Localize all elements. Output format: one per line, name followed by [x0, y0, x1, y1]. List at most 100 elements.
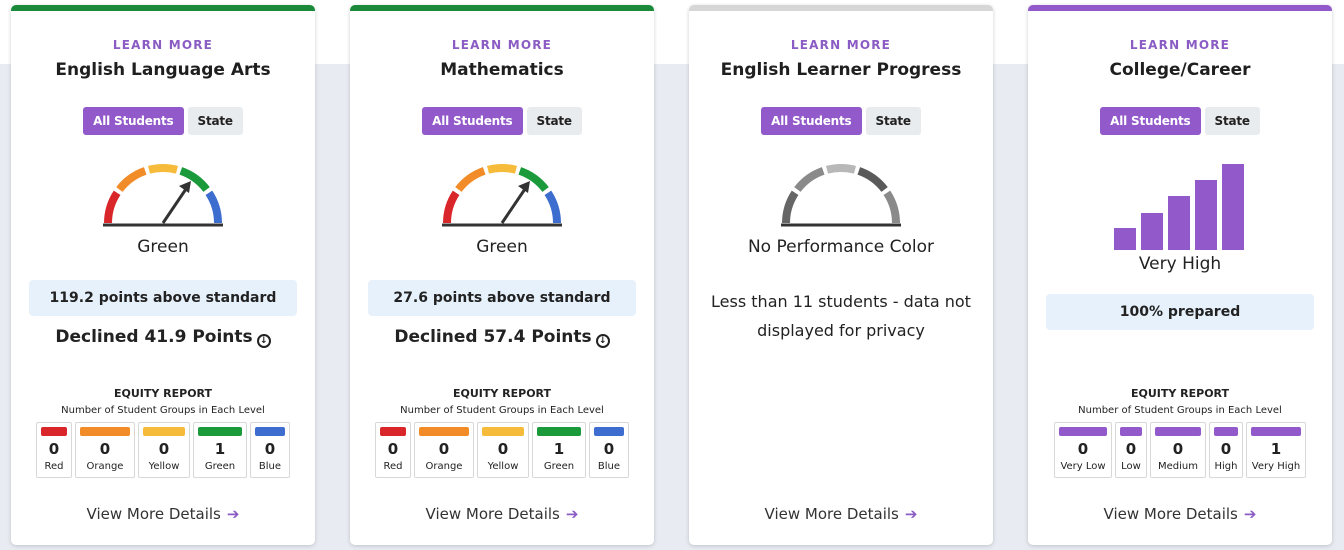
- level-high: 0 High: [1209, 422, 1243, 478]
- all-students-button[interactable]: All Students: [761, 107, 862, 135]
- level-color-bar: [1155, 427, 1201, 436]
- all-students-button[interactable]: All Students: [1100, 107, 1201, 135]
- level-count: 0: [1220, 440, 1232, 458]
- equity-level-list: 0 Red 0 Orange 0 Yellow 1 Green 0 Blue: [11, 422, 315, 478]
- level-count: 0: [99, 440, 111, 458]
- card-title: English Language Arts: [55, 60, 271, 80]
- learn-more-link[interactable]: LEARN MORE: [1028, 38, 1332, 52]
- card-english-learner-progress: LEARN MORE English Learner Progress All …: [689, 5, 993, 545]
- level-red: 0 Red: [36, 422, 72, 478]
- arrow-down-circle-icon: ↓: [595, 334, 610, 348]
- performance-color-label: No Performance Color: [747, 237, 935, 257]
- level-count: 0: [603, 440, 615, 458]
- details-text: View More Details: [1103, 505, 1238, 523]
- change-text: Declined 57.4 Points: [394, 327, 592, 347]
- performance-color-label: Green: [137, 237, 189, 257]
- gauge-icon: [442, 164, 562, 227]
- level-color-bar: [1059, 427, 1107, 436]
- all-students-button[interactable]: All Students: [422, 107, 523, 135]
- level-very-high: 1 Very High: [1246, 422, 1306, 478]
- level-color-bar: [537, 427, 581, 436]
- level-count: 0: [1077, 440, 1089, 458]
- level-low: 0 Low: [1115, 422, 1147, 478]
- level-label: Low: [1121, 461, 1141, 472]
- level-label: Orange: [86, 461, 124, 472]
- student-toggle-group: All Students State: [689, 107, 993, 135]
- view-more-details-link[interactable]: View More Details ➔: [350, 505, 654, 523]
- state-button[interactable]: State: [187, 107, 243, 135]
- student-toggle-group: All Students State: [350, 107, 654, 135]
- change-text: Declined 41.9 Points: [55, 327, 253, 347]
- level-label: Blue: [258, 461, 282, 472]
- level-color-bar: [380, 427, 406, 436]
- level-color-bar: [143, 427, 185, 436]
- level-label: Red: [383, 461, 403, 472]
- arrow-right-icon: ➔: [226, 505, 240, 523]
- level-red: 0 Red: [375, 422, 411, 478]
- student-toggle-group: All Students State: [1028, 107, 1332, 135]
- equity-level-list: 0 Red 0 Orange 0 Yellow 1 Green 0 Blue: [350, 422, 654, 478]
- level-color-bar: [80, 427, 130, 436]
- level-very-low: 0 Very Low: [1054, 422, 1112, 478]
- card-status-bar: [350, 5, 654, 11]
- equity-report-subtitle: Number of Student Groups in Each Level: [400, 405, 604, 416]
- performance-level-label: Very High: [1138, 254, 1222, 274]
- gauge-icon: [103, 164, 223, 227]
- details-text: View More Details: [764, 505, 899, 523]
- level-blue: 0 Blue: [589, 422, 629, 478]
- state-button[interactable]: State: [526, 107, 582, 135]
- card-title: English Learner Progress: [720, 60, 962, 80]
- level-label: Yellow: [148, 461, 180, 472]
- view-more-details-link[interactable]: View More Details ➔: [689, 505, 993, 523]
- equity-report-title: EQUITY REPORT: [1130, 387, 1230, 400]
- level-count: 0: [264, 440, 276, 458]
- level-count: 0: [1172, 440, 1184, 458]
- level-label: Very Low: [1060, 461, 1106, 472]
- level-label: High: [1214, 461, 1238, 472]
- level-count: 1: [1270, 440, 1282, 458]
- level-count: 0: [1125, 440, 1137, 458]
- level-count: 0: [48, 440, 60, 458]
- state-button[interactable]: State: [1204, 107, 1260, 135]
- details-text: View More Details: [86, 505, 221, 523]
- view-more-details-link[interactable]: View More Details ➔: [11, 505, 315, 523]
- level-color-bar: [1251, 427, 1301, 436]
- card-english-language-arts: LEARN MORE English Language Arts All Stu…: [11, 5, 315, 545]
- level-count: 1: [553, 440, 565, 458]
- level-color-bar: [482, 427, 524, 436]
- card-mathematics: LEARN MORE Mathematics All Students Stat…: [350, 5, 654, 545]
- level-green: 1 Green: [193, 422, 247, 478]
- privacy-notice: Less than 11 students - data not display…: [711, 292, 971, 340]
- level-label: Green: [543, 461, 575, 472]
- equity-report-subtitle: Number of Student Groups in Each Level: [1078, 405, 1282, 416]
- level-yellow: 0 Yellow: [477, 422, 529, 478]
- level-bars-icon: [1114, 164, 1244, 250]
- learn-more-link[interactable]: LEARN MORE: [689, 38, 993, 52]
- all-students-button[interactable]: All Students: [83, 107, 184, 135]
- level-color-bar: [594, 427, 624, 436]
- card-status-bar: [11, 5, 315, 11]
- state-button[interactable]: State: [865, 107, 921, 135]
- arrow-right-icon: ➔: [904, 505, 918, 523]
- details-text: View More Details: [425, 505, 560, 523]
- level-count: 0: [438, 440, 450, 458]
- level-label: Blue: [597, 461, 621, 472]
- equity-level-list: 0 Very Low 0 Low 0 Medium 0 High 1 Very High: [1028, 422, 1332, 478]
- level-count: 1: [214, 440, 226, 458]
- learn-more-link[interactable]: LEARN MORE: [350, 38, 654, 52]
- level-color-bar: [1120, 427, 1142, 436]
- student-toggle-group: All Students State: [11, 107, 315, 135]
- level-color-bar: [1214, 427, 1238, 436]
- level-orange: 0 Orange: [414, 422, 474, 478]
- card-status-bar: [689, 5, 993, 11]
- arrow-down-circle-icon: ↓: [256, 334, 271, 348]
- card-college-career: LEARN MORE College/Career All Students S…: [1028, 5, 1332, 545]
- level-color-bar: [198, 427, 242, 436]
- card-title: College/Career: [1109, 60, 1251, 80]
- level-label: Very High: [1251, 461, 1301, 472]
- arrow-right-icon: ➔: [565, 505, 579, 523]
- level-medium: 0 Medium: [1150, 422, 1206, 478]
- view-more-details-link[interactable]: View More Details ➔: [1028, 505, 1332, 523]
- learn-more-link[interactable]: LEARN MORE: [11, 38, 315, 52]
- level-green: 1 Green: [532, 422, 586, 478]
